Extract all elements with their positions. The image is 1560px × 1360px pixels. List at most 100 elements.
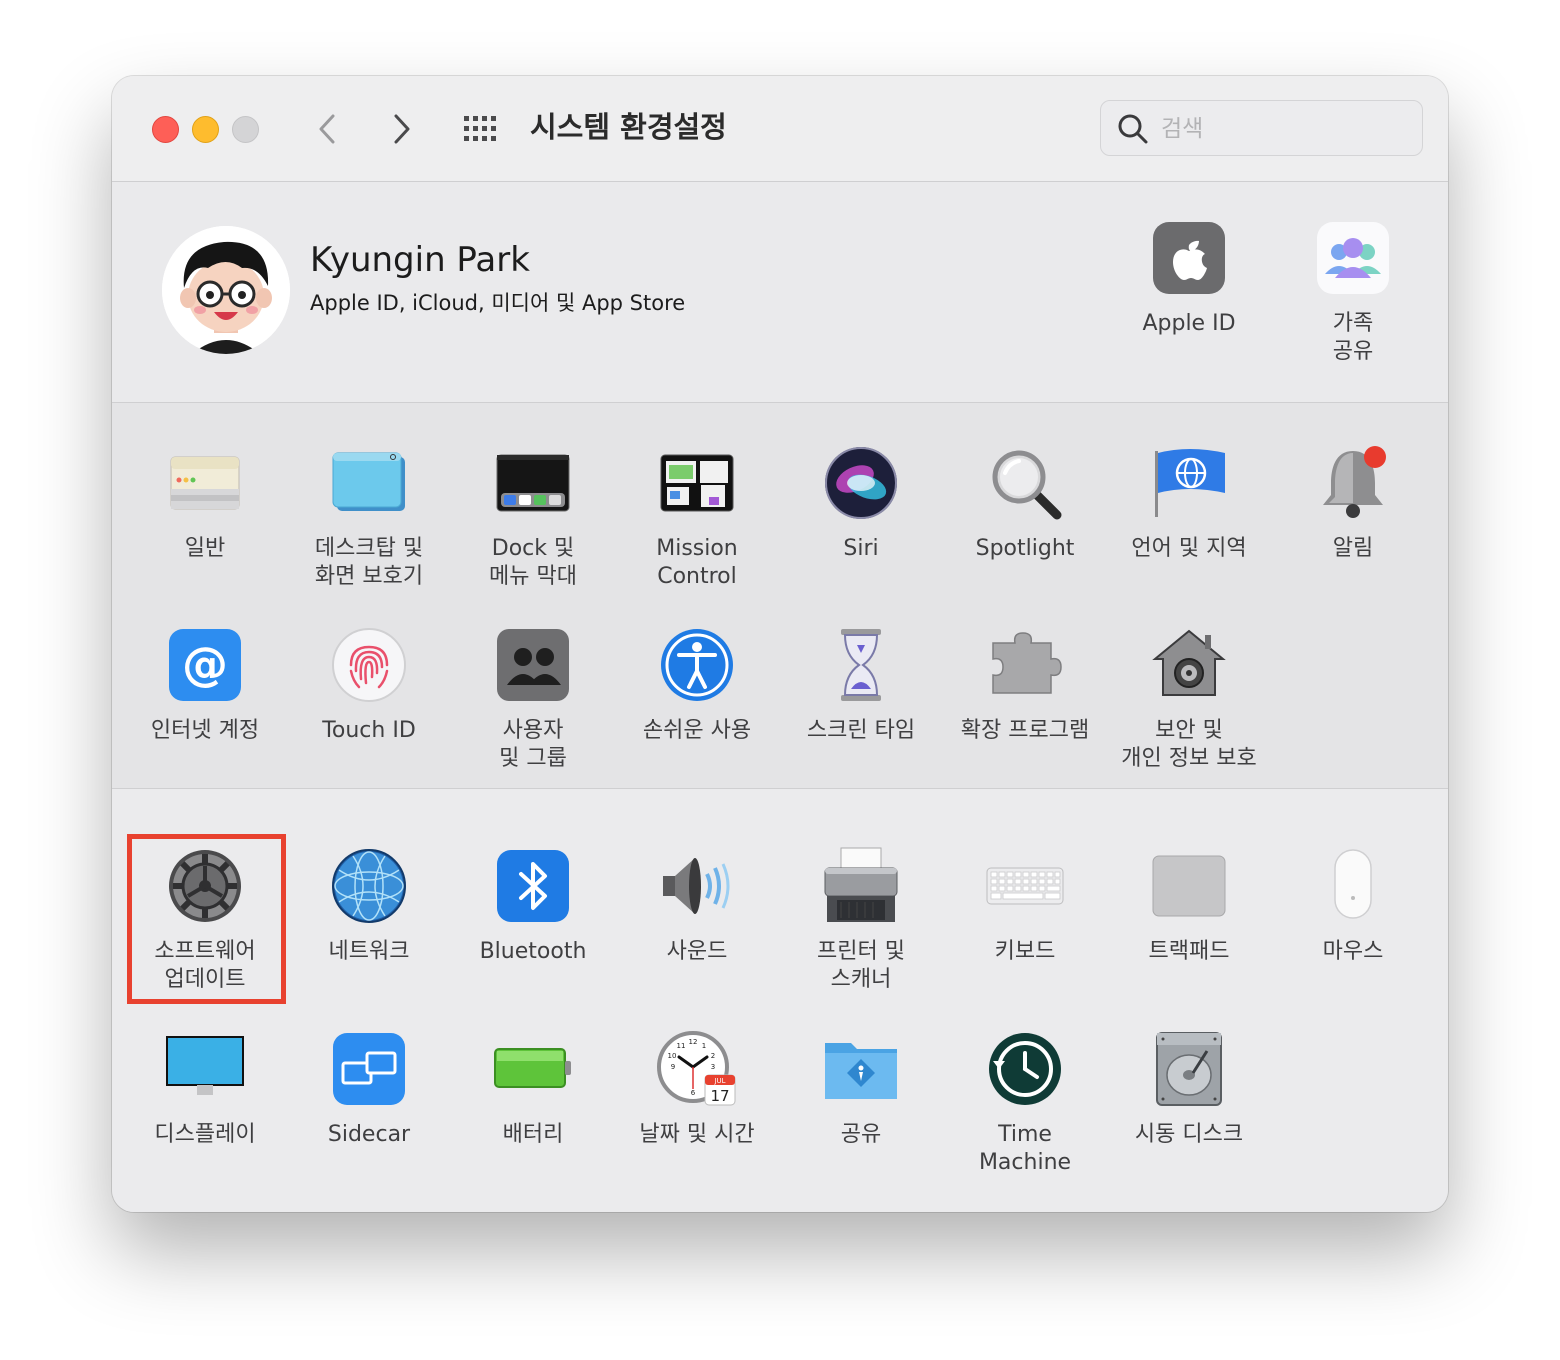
bluetooth-icon bbox=[493, 846, 573, 926]
pref-date-time-label: 날짜 및 시간 bbox=[639, 1122, 755, 1147]
pref-software-update[interactable]: 소프트웨어 업데이트 bbox=[123, 846, 287, 994]
pref-network-label: 네트워크 bbox=[328, 939, 410, 964]
pref-touch-id[interactable]: Touch ID bbox=[287, 625, 451, 745]
account-section: Kyungin Park Apple ID, iCloud, 미디어 및 App… bbox=[112, 182, 1448, 403]
pref-notifications[interactable]: 알림 bbox=[1271, 443, 1435, 563]
pref-siri-label: Siri bbox=[843, 536, 879, 561]
pref-family-sharing[interactable]: 가족 공유 bbox=[1271, 218, 1435, 366]
fingerprint-icon bbox=[329, 625, 409, 705]
pref-sharing-label: 공유 bbox=[840, 1122, 882, 1147]
pref-network[interactable]: 네트워크 bbox=[287, 846, 451, 966]
grid-icon bbox=[464, 116, 496, 141]
pref-startup-disk-label: 시동 디스크 bbox=[1134, 1122, 1244, 1147]
svg-text:2: 2 bbox=[711, 1052, 715, 1060]
time-machine-icon bbox=[985, 1029, 1065, 1109]
pref-desktop-label: 데스크탑 및 화면 보호기 bbox=[314, 536, 424, 589]
display-icon bbox=[165, 1029, 245, 1109]
pref-displays[interactable]: 디스플레이 bbox=[123, 1029, 287, 1149]
pref-users-groups[interactable]: 사용자 및 그룹 bbox=[451, 625, 615, 773]
pref-accessibility[interactable]: 손쉬운 사용 bbox=[615, 625, 779, 745]
forward-button[interactable] bbox=[378, 106, 424, 152]
mouse-icon bbox=[1313, 846, 1393, 926]
user-avatar[interactable] bbox=[162, 226, 290, 354]
pref-apple-id[interactable]: Apple ID bbox=[1107, 218, 1271, 338]
pref-keyboard[interactable]: 키보드 bbox=[943, 846, 1107, 966]
flag-globe-icon bbox=[1149, 443, 1229, 523]
keyboard-icon bbox=[985, 846, 1065, 926]
pref-language[interactable]: 언어 및 지역 bbox=[1107, 443, 1271, 563]
network-globe-icon bbox=[329, 846, 409, 926]
pref-language-label: 언어 및 지역 bbox=[1131, 536, 1247, 561]
pref-mouse-label: 마우스 bbox=[1322, 939, 1384, 964]
pref-siri[interactable]: Siri bbox=[779, 443, 943, 563]
users-icon bbox=[493, 625, 573, 705]
hardware-prefs-section: 소프트웨어 업데이트 네트워크 Bluetooth 사운드 프린터 및 스캐너 … bbox=[112, 789, 1448, 1212]
pref-dock[interactable]: Dock 및 메뉴 막대 bbox=[451, 443, 615, 591]
pref-sidecar[interactable]: Sidecar bbox=[287, 1029, 451, 1149]
pref-sound[interactable]: 사운드 bbox=[615, 846, 779, 966]
family-sharing-icon bbox=[1313, 218, 1393, 298]
close-button[interactable] bbox=[152, 116, 179, 143]
pref-displays-label: 디스플레이 bbox=[154, 1122, 256, 1147]
battery-icon bbox=[493, 1029, 573, 1109]
puzzle-piece-icon bbox=[985, 625, 1065, 705]
pref-mission-control[interactable]: Mission Control bbox=[615, 443, 779, 591]
pref-dock-label: Dock 및 메뉴 막대 bbox=[489, 536, 577, 589]
account-subtitle: Apple ID, iCloud, 미디어 및 App Store bbox=[310, 291, 686, 315]
personal-prefs-section: 일반 데스크탑 및 화면 보호기 Dock 및 메뉴 막대 Mission Co… bbox=[112, 403, 1448, 789]
pref-bluetooth[interactable]: Bluetooth bbox=[451, 846, 615, 966]
svg-text:6: 6 bbox=[691, 1089, 696, 1097]
pref-sidecar-label: Sidecar bbox=[327, 1122, 411, 1147]
pref-printers-scanners[interactable]: 프린터 및 스캐너 bbox=[779, 846, 943, 994]
system-preferences-window: 시스템 환경설정 검색 Kyungin Park Apple ID, iClou… bbox=[112, 76, 1448, 1212]
pref-software-update-label: 소프트웨어 업데이트 bbox=[154, 939, 256, 992]
back-button[interactable] bbox=[305, 106, 351, 152]
sidecar-icon bbox=[329, 1029, 409, 1109]
speaker-icon bbox=[657, 846, 737, 926]
pref-startup-disk[interactable]: 시동 디스크 bbox=[1107, 1029, 1271, 1149]
accessibility-icon bbox=[657, 625, 737, 705]
show-all-button[interactable] bbox=[460, 111, 504, 147]
pref-battery[interactable]: 배터리 bbox=[451, 1029, 615, 1149]
pref-keyboard-label: 키보드 bbox=[994, 939, 1056, 964]
pref-screen-time[interactable]: 스크린 타임 bbox=[779, 625, 943, 745]
pref-extensions[interactable]: 확장 프로그램 bbox=[943, 625, 1107, 745]
pref-extensions-label: 확장 프로그램 bbox=[960, 718, 1090, 743]
pref-spotlight[interactable]: Spotlight bbox=[943, 443, 1107, 563]
apple-id-icon bbox=[1149, 218, 1229, 298]
pref-spotlight-label: Spotlight bbox=[975, 536, 1075, 561]
title-bar: 시스템 환경설정 bbox=[112, 76, 1448, 182]
svg-text:@: @ bbox=[182, 637, 228, 691]
pref-time-machine[interactable]: Time Machine bbox=[943, 1029, 1107, 1177]
sharing-folder-icon bbox=[821, 1029, 901, 1109]
pref-users-groups-label: 사용자 및 그룹 bbox=[499, 718, 567, 771]
minimize-button[interactable] bbox=[192, 116, 219, 143]
chevron-left-icon bbox=[319, 114, 335, 144]
desktop-icon bbox=[329, 443, 409, 523]
pref-general[interactable]: 일반 bbox=[123, 443, 287, 563]
zoom-button[interactable] bbox=[232, 116, 259, 143]
pref-sound-label: 사운드 bbox=[666, 939, 728, 964]
pref-internet-accounts[interactable]: @ 인터넷 계정 bbox=[123, 625, 287, 745]
pref-desktop[interactable]: 데스크탑 및 화면 보호기 bbox=[287, 443, 451, 591]
pref-notifications-label: 알림 bbox=[1332, 536, 1374, 561]
pref-sharing[interactable]: 공유 bbox=[779, 1029, 943, 1149]
pref-date-time[interactable]: 12 3 6 9 11 1 10 2 JUL 17 날짜 및 시간 bbox=[615, 1029, 779, 1149]
hard-disk-icon bbox=[1149, 1029, 1229, 1109]
pref-security-privacy[interactable]: 보안 및 개인 정보 보호 bbox=[1107, 625, 1271, 773]
calendar-month: JUL bbox=[713, 1077, 725, 1085]
svg-text:1: 1 bbox=[702, 1042, 706, 1050]
svg-text:9: 9 bbox=[671, 1063, 675, 1071]
pref-apple-id-label: Apple ID bbox=[1142, 311, 1236, 336]
siri-icon bbox=[821, 443, 901, 523]
pref-time-machine-label: Time Machine bbox=[978, 1122, 1072, 1175]
pref-trackpad[interactable]: 트랙패드 bbox=[1107, 846, 1271, 966]
calendar-day: 17 bbox=[710, 1087, 729, 1105]
search-input[interactable] bbox=[1159, 109, 1413, 149]
spotlight-icon bbox=[985, 443, 1065, 523]
pref-battery-label: 배터리 bbox=[502, 1122, 564, 1147]
pref-mouse[interactable]: 마우스 bbox=[1271, 846, 1435, 966]
account-name: Kyungin Park bbox=[310, 240, 530, 280]
mission-control-icon bbox=[657, 443, 737, 523]
search-field[interactable] bbox=[1100, 100, 1423, 156]
